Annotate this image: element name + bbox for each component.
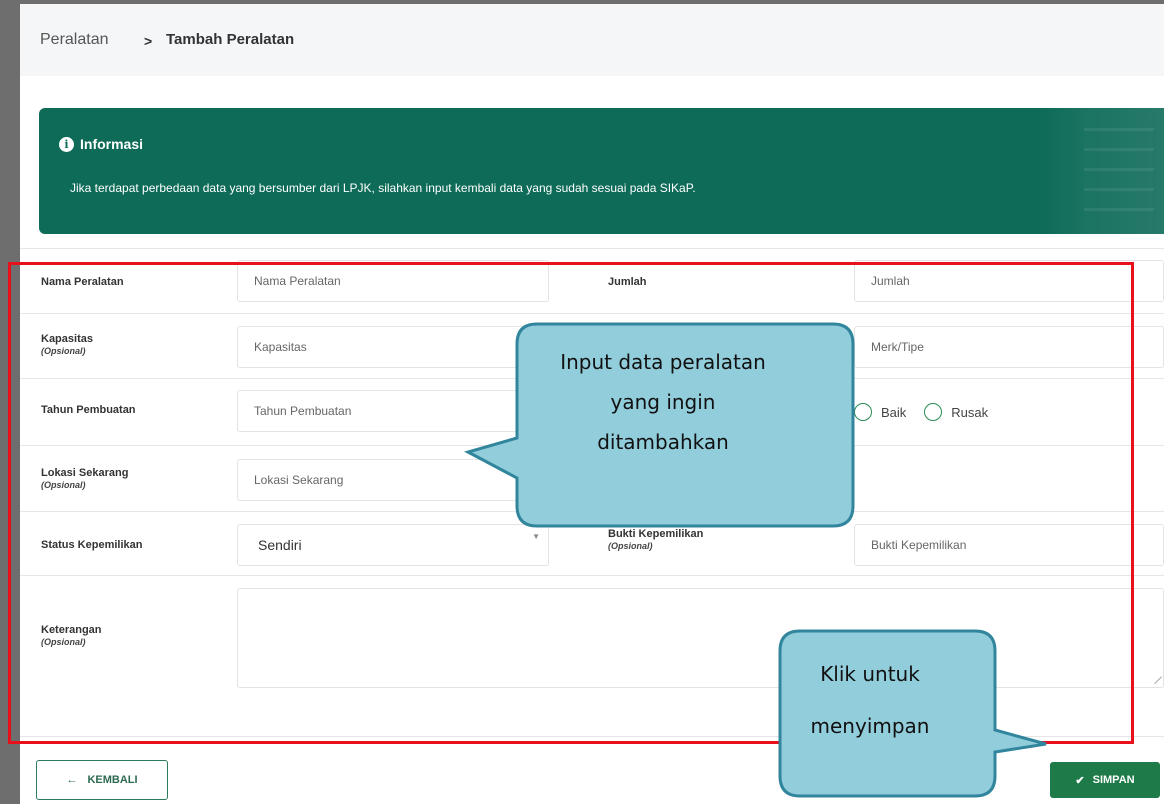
breadcrumb-separator-icon: > xyxy=(144,33,153,49)
info-circle-icon: i xyxy=(59,136,74,152)
nama-peralatan-input[interactable] xyxy=(237,260,549,302)
divider xyxy=(20,736,1164,737)
status-kepemilikan-value: Sendiri xyxy=(258,537,302,553)
radio-circle-icon[interactable] xyxy=(924,403,943,421)
jumlah-input[interactable] xyxy=(854,260,1164,302)
label-bukti-kepemilikan: Bukti Kepemilikan (Opsional) xyxy=(608,528,704,551)
radio-rusak[interactable]: Rusak xyxy=(924,403,988,421)
window-frame-left xyxy=(0,0,20,804)
simpan-button[interactable]: ✔ SIMPAN xyxy=(1050,762,1160,798)
kembali-button[interactable]: ← KEMBALI xyxy=(36,760,168,800)
status-kepemilikan-select[interactable]: Sendiri ▼ xyxy=(237,524,549,566)
kondisi-radio-group: Baik Rusak xyxy=(854,403,1006,421)
breadcrumb-current: Tambah Peralatan xyxy=(166,31,295,48)
divider xyxy=(20,248,1164,249)
info-background-decoration xyxy=(1039,108,1164,234)
label-jumlah: Jumlah xyxy=(608,276,647,288)
info-alert: i Informasi Jika terdapat perbedaan data… xyxy=(39,108,1164,234)
divider xyxy=(20,575,1164,576)
merk-tipe-input[interactable] xyxy=(854,326,1164,368)
info-title-text: Informasi xyxy=(80,136,144,152)
arrow-left-icon: ← xyxy=(66,774,78,786)
breadcrumb-bar: Peralatan > Tambah Peralatan xyxy=(20,4,1164,76)
label-nama-peralatan: Nama Peralatan xyxy=(41,276,124,288)
callout-input-text: Input data peralatan yang ingin ditambah… xyxy=(560,350,766,454)
radio-baik[interactable]: Baik xyxy=(854,403,906,421)
check-icon: ✔ xyxy=(1075,774,1085,787)
keterangan-textarea[interactable] xyxy=(237,588,1164,688)
label-lokasi-sekarang: Lokasi Sekarang (Opsional) xyxy=(41,467,129,490)
radio-circle-icon[interactable] xyxy=(854,403,872,421)
callout-save-text: Klik untuk menyimpan xyxy=(810,662,930,738)
label-kapasitas: Kapasitas (Opsional) xyxy=(41,333,93,356)
bukti-kepemilikan-input[interactable] xyxy=(854,524,1164,566)
label-status-kepemilikan: Status Kepemilikan xyxy=(41,539,143,551)
label-keterangan: Keterangan (Opsional) xyxy=(41,624,102,647)
breadcrumb-root-link[interactable]: Peralatan xyxy=(40,31,109,49)
info-message: Jika terdapat perbedaan data yang bersum… xyxy=(70,181,696,195)
chevron-down-icon: ▼ xyxy=(532,532,540,541)
info-title: i Informasi xyxy=(59,136,143,152)
divider xyxy=(20,313,1164,314)
label-tahun-pembuatan: Tahun Pembuatan xyxy=(41,404,136,416)
